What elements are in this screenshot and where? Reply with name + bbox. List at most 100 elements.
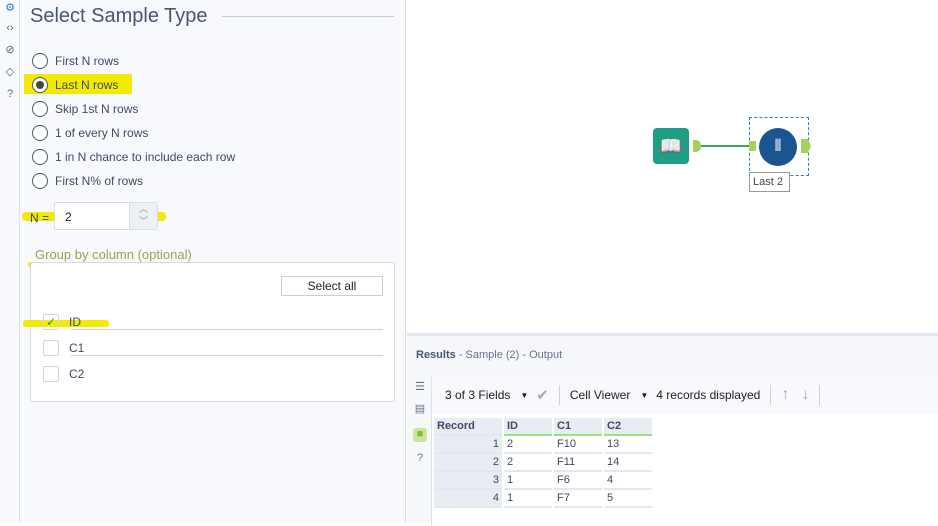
output-anchor[interactable] <box>801 139 811 153</box>
sample-tool-icon[interactable]: ⫴ <box>759 128 797 166</box>
table-cell[interactable]: F10 <box>554 436 602 454</box>
table-cell[interactable]: 1 <box>504 472 552 490</box>
spin-buttons[interactable]: ︿ ﹀ <box>129 203 157 229</box>
arrow-down-icon[interactable]: ↓ <box>801 386 809 404</box>
input-anchor[interactable] <box>749 141 756 151</box>
table-row: 3 1 F6 4 <box>434 472 652 490</box>
column-checkbox-row[interactable]: C1 <box>43 340 84 356</box>
column-name: ID <box>69 315 81 329</box>
column-name: C1 <box>69 341 85 355</box>
side-icon-bar: ⚙ ‹› ⊘ ◇ ? <box>0 0 20 523</box>
radio-option[interactable]: First N rows <box>32 52 119 70</box>
radio-option[interactable]: Skip 1st N rows <box>32 100 138 118</box>
select-all-button[interactable]: Select all <box>281 276 383 296</box>
radio-label: Skip 1st N rows <box>55 102 139 116</box>
radio-button[interactable] <box>32 77 48 93</box>
table-row: 4 1 F7 5 <box>434 490 652 508</box>
table-cell[interactable]: F7 <box>554 490 602 508</box>
chevron-down-icon[interactable]: ▼ <box>640 391 648 400</box>
results-sidebar: ☰ ▤ ■ ? <box>407 376 432 526</box>
table-cell[interactable]: F6 <box>554 472 602 490</box>
table-row: 2 2 F11 14 <box>434 454 652 472</box>
group-by-box: Select all ✓ ID C1 C2 <box>23 262 395 402</box>
records-count: 4 records displayed <box>656 388 761 402</box>
table-cell[interactable]: 2 <box>504 436 552 454</box>
config-panel: Select Sample Type First N rows Last N ro… <box>20 0 406 523</box>
results-grid-area: 3 of 3 Fields ▼ ✔ Cell Viewer ▼ 4 record… <box>432 376 938 526</box>
tool-annotation: Last 2 <box>749 172 790 192</box>
list-icon[interactable]: ☰ <box>413 380 427 394</box>
arrow-up-icon[interactable]: ↑ <box>781 386 789 404</box>
metadata-icon[interactable]: ▤ <box>413 402 427 416</box>
results-table: Record ID C1 C2 1 2 F10 13 2 2 F11 14 3 1 F6 4 4 1 F7 5 <box>432 418 654 508</box>
fields-dropdown[interactable]: 3 of 3 Fields <box>445 388 510 402</box>
radio-button[interactable] <box>32 173 48 189</box>
table-cell[interactable]: 1 <box>504 490 552 508</box>
n-value[interactable]: 2 <box>65 210 72 224</box>
results-header: Results - Sample (2) - Output <box>416 349 562 361</box>
radio-option[interactable]: First N% of rows <box>32 172 143 190</box>
divider <box>222 16 394 17</box>
chevron-down-icon[interactable]: ▼ <box>520 391 528 400</box>
divider <box>819 385 821 405</box>
radio-label: First N rows <box>55 54 119 68</box>
column-header[interactable]: C2 <box>604 418 652 436</box>
results-subtitle: - Sample (2) - Output <box>455 349 563 361</box>
table-cell[interactable]: 14 <box>604 454 652 472</box>
section-title: Select Sample Type <box>30 5 208 27</box>
radio-option[interactable]: 1 of every N rows <box>32 124 148 142</box>
radio-button[interactable] <box>32 101 48 117</box>
tag-icon[interactable]: ◇ <box>3 65 17 79</box>
column-header[interactable]: Record <box>434 418 502 436</box>
check-icon[interactable]: ✔ <box>536 386 549 404</box>
output-anchor[interactable] <box>693 140 701 152</box>
divider <box>770 385 772 405</box>
help-icon[interactable]: ? <box>413 452 427 466</box>
column-header[interactable]: ID <box>504 418 552 436</box>
n-stepper[interactable]: 2 ︿ ﹀ <box>54 202 158 230</box>
table-cell[interactable]: 5 <box>604 490 652 508</box>
checkbox[interactable] <box>43 340 59 356</box>
input-tool-icon[interactable]: 📖 <box>653 128 689 164</box>
column-name: C2 <box>69 367 85 381</box>
column-checkbox-row[interactable]: C2 <box>43 366 84 382</box>
divider <box>71 355 383 356</box>
group-by-label: Group by column (optional) <box>35 247 192 262</box>
workflow-canvas[interactable]: 📖 ⫴ Last 2 <box>407 0 938 333</box>
connection-icon[interactable]: ⊘ <box>3 43 17 57</box>
table-cell[interactable]: 3 <box>434 472 502 490</box>
n-label: N = <box>30 211 50 225</box>
column-header[interactable]: C1 <box>554 418 602 436</box>
table-cell[interactable]: 2 <box>434 454 502 472</box>
data-anchor-icon[interactable]: ■ <box>413 428 427 442</box>
radio-label: First N% of rows <box>55 174 144 188</box>
results-panel: Results - Sample (2) - Output ☰ ▤ ■ ? 3 … <box>407 333 938 526</box>
table-cell[interactable]: 1 <box>434 436 502 454</box>
radio-label: Last N rows <box>55 78 119 92</box>
radio-option[interactable]: 1 in N chance to include each row <box>32 148 235 166</box>
column-checkbox-row[interactable]: ✓ ID <box>43 314 81 330</box>
table-cell[interactable]: 2 <box>504 454 552 472</box>
divider <box>71 329 383 330</box>
radio-option[interactable]: Last N rows <box>32 76 118 94</box>
radio-label: 1 in N chance to include each row <box>55 150 236 164</box>
radio-button[interactable] <box>32 125 48 141</box>
radio-button[interactable] <box>32 53 48 69</box>
connection-line <box>701 145 753 147</box>
radio-label: 1 of every N rows <box>55 126 149 140</box>
radio-button[interactable] <box>32 149 48 165</box>
results-title: Results <box>416 349 456 361</box>
table-cell[interactable]: F11 <box>554 454 602 472</box>
table-cell[interactable]: 4 <box>434 490 502 508</box>
results-toolbar: 3 of 3 Fields ▼ ✔ Cell Viewer ▼ 4 record… <box>432 376 938 414</box>
help-icon[interactable]: ? <box>3 87 17 101</box>
divider <box>558 385 560 405</box>
gear-icon[interactable]: ⚙ <box>3 1 17 15</box>
table-cell[interactable]: 4 <box>604 472 652 490</box>
checkbox[interactable] <box>43 366 59 382</box>
checkbox[interactable]: ✓ <box>43 314 59 330</box>
viewer-dropdown[interactable]: Cell Viewer <box>570 388 630 402</box>
table-cell[interactable]: 13 <box>604 436 652 454</box>
code-icon[interactable]: ‹› <box>3 21 17 35</box>
table-row: 1 2 F10 13 <box>434 436 652 454</box>
